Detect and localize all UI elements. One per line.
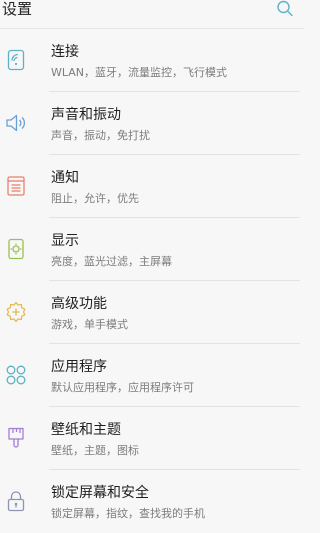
speaker-icon — [4, 111, 28, 135]
settings-item-wallpapers[interactable]: 壁纸和主题 壁纸，主题，图标 — [0, 407, 304, 470]
settings-item-advanced[interactable]: 高级功能 游戏，单手模式 — [0, 281, 304, 344]
settings-item-title: 连接 — [51, 44, 79, 60]
settings-item-subtitle: 默认应用程序，应用程序许可 — [51, 381, 194, 394]
apps-icon — [4, 363, 28, 387]
settings-item-subtitle: 声音，振动，免打扰 — [51, 129, 150, 142]
settings-item-subtitle: 亮度，蓝光过滤，主屏幕 — [51, 255, 172, 268]
settings-item-display[interactable]: 显示 亮度，蓝光过滤，主屏幕 — [0, 218, 304, 281]
app-header: 设置 — [0, 0, 304, 24]
page-title: 设置 — [2, 0, 33, 18]
settings-item-subtitle: 阻止，允许，优先 — [51, 192, 139, 205]
settings-item-lock-screen[interactable]: 锁定屏幕和安全 锁定屏幕，指纹，查找我的手机 — [0, 470, 304, 533]
settings-item-subtitle: 锁定屏幕，指纹，查找我的手机 — [51, 507, 205, 520]
settings-item-connections[interactable]: 连接 WLAN，蓝牙，流量监控，飞行模式 — [0, 29, 304, 92]
settings-item-apps[interactable]: 应用程序 默认应用程序，应用程序许可 — [0, 344, 304, 407]
search-button[interactable] — [276, 0, 294, 18]
settings-item-sounds[interactable]: 声音和振动 声音，振动，免打扰 — [0, 92, 304, 155]
settings-list: 连接 WLAN，蓝牙，流量监控，飞行模式 声音和振动 声音，振动，免打扰 通知 … — [0, 29, 304, 533]
settings-item-subtitle: WLAN，蓝牙，流量监控，飞行模式 — [51, 66, 228, 79]
settings-item-subtitle: 游戏，单手模式 — [51, 318, 128, 331]
settings-item-title: 应用程序 — [51, 359, 107, 375]
notification-icon — [4, 174, 28, 198]
advanced-features-icon — [4, 300, 28, 324]
settings-item-title: 声音和振动 — [51, 107, 121, 123]
search-icon — [277, 0, 293, 17]
settings-item-title: 锁定屏幕和安全 — [51, 485, 149, 501]
settings-item-title: 通知 — [51, 170, 79, 186]
brush-icon — [4, 426, 28, 450]
connections-icon — [4, 48, 28, 72]
settings-item-title: 显示 — [51, 233, 79, 249]
settings-item-title: 壁纸和主题 — [51, 422, 121, 438]
lock-icon — [4, 489, 28, 513]
settings-item-notifications[interactable]: 通知 阻止，允许，优先 — [0, 155, 304, 218]
settings-item-title: 高级功能 — [51, 296, 107, 312]
settings-item-subtitle: 壁纸，主题，图标 — [51, 444, 139, 457]
display-icon — [4, 237, 28, 261]
